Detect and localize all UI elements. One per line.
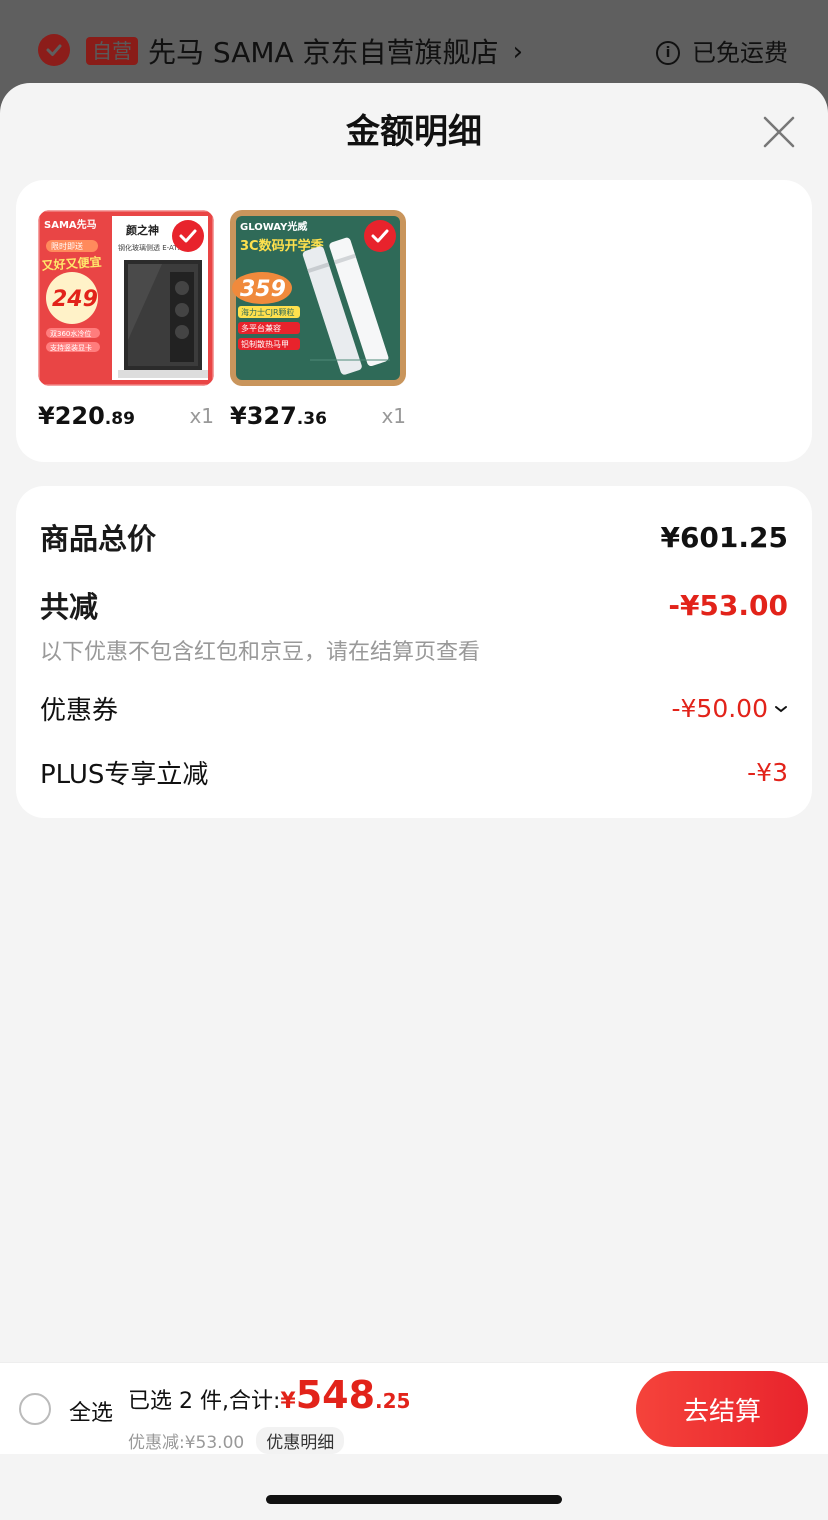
product-quantity: x1 (381, 404, 406, 428)
reduction-note: 以下优惠不包含红包和京豆，请在结算页查看 (40, 640, 481, 665)
discount-line: 优惠减:¥53.00 优惠明细 (128, 1427, 345, 1454)
chevron-right-icon[interactable]: › (513, 34, 523, 70)
product-price-decimal: .36 (296, 409, 327, 429)
total-price-row: 商品总价 ¥601.25 (40, 516, 788, 558)
plus-discount-label: PLUS专享立减 (40, 760, 209, 790)
total-price-value: ¥601.25 (660, 520, 788, 554)
checkout-button[interactable]: 去结算 (636, 1371, 808, 1447)
total-amount-decimal: .25 (375, 1389, 411, 1413)
coupon-row[interactable]: 优惠券 -¥50.00 (40, 690, 788, 727)
store-check-icon[interactable] (38, 34, 70, 66)
product-quantity: x1 (189, 404, 214, 428)
total-reduction-value: -¥53.00 (668, 588, 788, 622)
product-feature: 多平台兼容 (241, 323, 281, 333)
product-feature: 海力士CJR颗粒 (241, 307, 295, 317)
selected-check-icon[interactable] (364, 220, 396, 252)
product-image[interactable]: GLOWAY光威 3C数码开学季 359 海力士CJR颗粒 多平台兼容 铝制散热… (230, 210, 406, 386)
shipping-info[interactable]: i 已免运费 (656, 34, 788, 72)
total-currency: ¥ (280, 1389, 296, 1414)
store-name[interactable]: 先马 SAMA 京东自营旗舰店 (148, 34, 499, 72)
self-operated-badge: 自营 (86, 37, 138, 65)
select-all-label[interactable]: 全选 (69, 1395, 113, 1427)
checkout-bar: 全选 已选 2 件,合计: ¥ 548 .25 优惠减:¥53.00 优惠明细 … (0, 1362, 828, 1454)
product-image-price: 249 (52, 287, 98, 312)
chevron-down-icon[interactable] (774, 699, 788, 718)
product-image-price: 359 (240, 277, 286, 302)
coupon-label: 优惠券 (40, 696, 119, 726)
product-price: ¥327 (230, 402, 297, 430)
product-price-decimal: .89 (104, 409, 135, 429)
total-line: 已选 2 件,合计: ¥ 548 .25 (128, 1373, 410, 1417)
close-icon[interactable] (762, 115, 796, 149)
total-reduction-label: 共减 (40, 590, 99, 624)
sheet-title: 金额明细 (346, 112, 482, 152)
plus-discount-row: PLUS专享立减 -¥3 (40, 754, 788, 791)
selected-check-icon[interactable] (172, 220, 204, 252)
discount-detail-button[interactable]: 优惠明细 (256, 1427, 345, 1454)
price-summary-card: 商品总价 ¥601.25 共减 -¥53.00 以下优惠不包含红包和京豆，请在结… (16, 486, 812, 818)
selected-count-text: 已选 2 件,合计: (128, 1389, 281, 1414)
product-image[interactable]: SAMA先马 限时即送 又好又便宜 249 双360水冷位 支持竖装显卡 颜之神… (38, 210, 214, 386)
total-price-label: 商品总价 (40, 522, 157, 556)
product-promo-tag: 限时即送 (51, 241, 83, 251)
amount-detail-sheet: 金额明细 SAMA先马 限时即送 又好又便宜 249 双360水冷位 支持竖装显… (0, 83, 828, 1520)
plus-discount-value: -¥3 (747, 758, 788, 787)
product-feature: 铝制散热马甲 (241, 339, 289, 349)
product-feature: 支持竖装显卡 (50, 343, 92, 352)
product-item[interactable]: SAMA先马 限时即送 又好又便宜 249 双360水冷位 支持竖装显卡 颜之神… (38, 210, 214, 430)
coupon-value: -¥50.00 (671, 694, 769, 723)
product-brand-text: GLOWAY光威 (240, 220, 307, 233)
shipping-text: 已免运费 (692, 39, 788, 67)
home-indicator[interactable] (266, 1495, 562, 1504)
select-all-radio[interactable] (19, 1393, 51, 1425)
product-item[interactable]: GLOWAY光威 3C数码开学季 359 海力士CJR颗粒 多平台兼容 铝制散热… (230, 210, 406, 430)
total-amount: 548 (295, 1373, 376, 1417)
product-price: ¥220 (38, 402, 105, 430)
products-card: SAMA先马 限时即送 又好又便宜 249 双360水冷位 支持竖装显卡 颜之神… (16, 180, 812, 462)
total-reduction-row: 共减 -¥53.00 (40, 584, 788, 626)
product-feature: 双360水冷位 (50, 329, 91, 338)
discount-text: 优惠减:¥53.00 (128, 1433, 245, 1453)
info-icon: i (656, 41, 680, 65)
product-title: 颜之神 (126, 223, 159, 237)
product-brand-text: SAMA先马 (44, 218, 97, 231)
